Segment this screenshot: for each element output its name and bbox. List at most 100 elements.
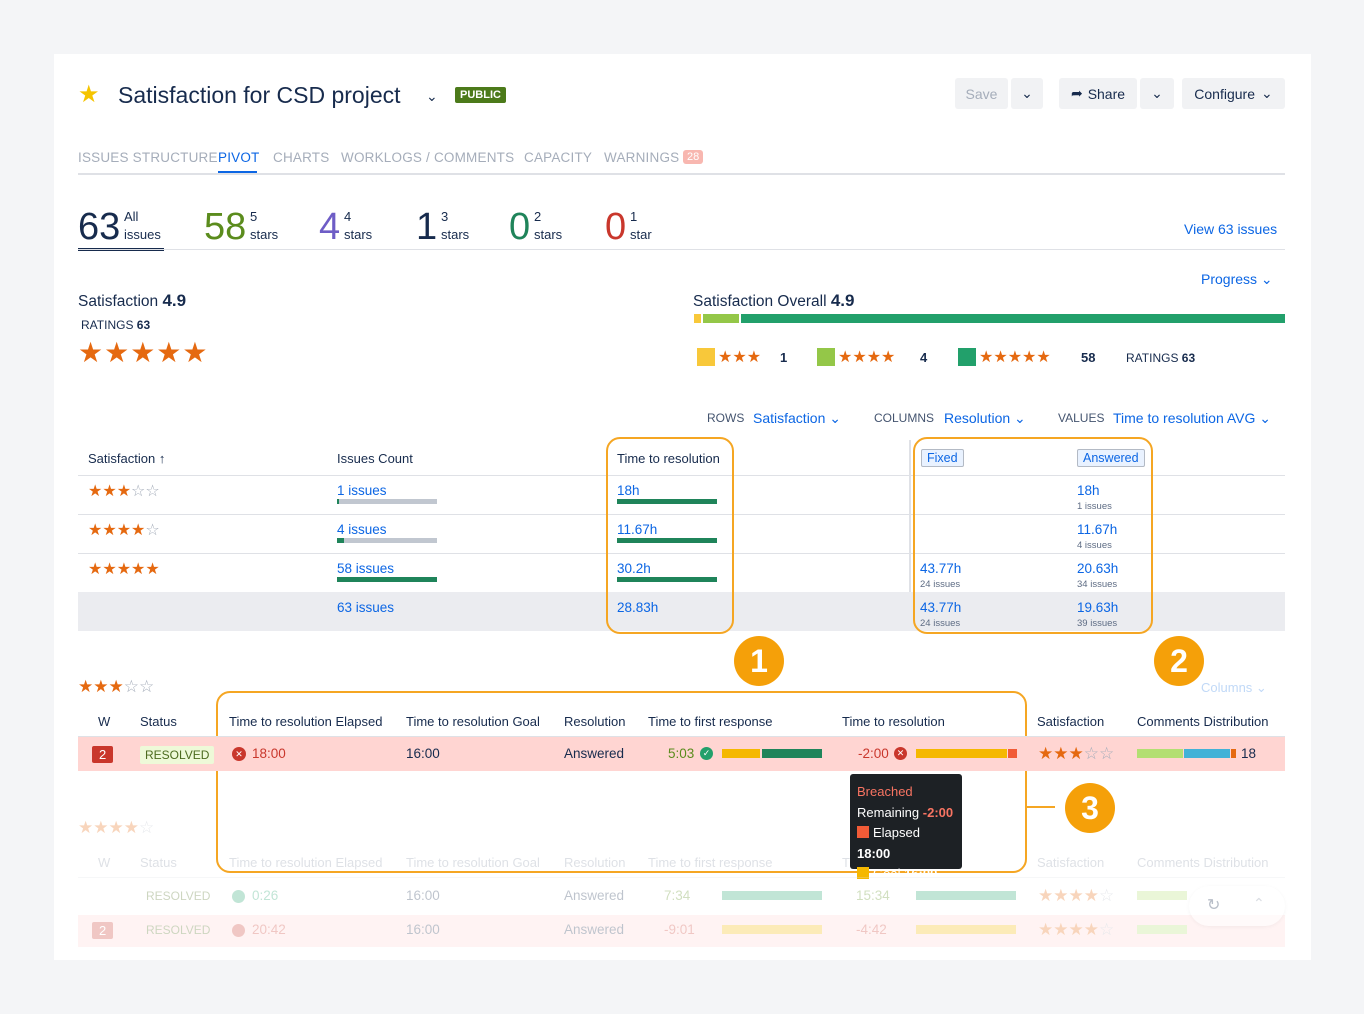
satisfaction-label: Satisfaction 4.9 bbox=[78, 291, 187, 310]
count-bar-fill bbox=[337, 538, 344, 543]
detail-header-cell[interactable]: Time to resolution bbox=[842, 714, 945, 729]
faded-first-bar bbox=[722, 925, 822, 934]
faded-stars: ★★★★☆ bbox=[1038, 886, 1115, 905]
sort-arrow-up-icon: ↑ bbox=[158, 451, 166, 466]
ttr-bar-overrun[interactable] bbox=[1008, 749, 1017, 758]
tab-charts[interactable]: CHARTS bbox=[273, 150, 329, 165]
faded-ttr-bar bbox=[916, 925, 1016, 934]
values-dropdown[interactable]: Time to resolution AVG ⌄ bbox=[1113, 410, 1271, 427]
pivot-header-count: Issues Count bbox=[337, 451, 413, 466]
row-satisfaction-stars: ★★★☆☆ bbox=[1038, 744, 1115, 763]
progress-dropdown[interactable]: Progress ⌄ bbox=[1201, 271, 1273, 288]
ratings-label: RATINGS 63 bbox=[81, 318, 151, 332]
stat-label-line2: issues bbox=[124, 227, 161, 242]
stat-number[interactable]: 4 bbox=[319, 208, 340, 246]
tab-issues-structure[interactable]: ISSUES STRUCTURE bbox=[78, 150, 218, 165]
group-4-stars: ★★★★☆ bbox=[78, 818, 155, 837]
legend-3-stars-swatch bbox=[697, 348, 715, 366]
scroll-up-icon[interactable]: ⌃ bbox=[1253, 895, 1265, 912]
empty-stars: ☆ bbox=[145, 522, 160, 539]
detail-header-cell[interactable]: Resolution bbox=[564, 714, 625, 729]
stat-number[interactable]: 1 bbox=[416, 208, 437, 246]
chevron-down-icon: ⌄ bbox=[1260, 85, 1273, 101]
callout-badge-1: 1 bbox=[734, 636, 784, 686]
stat-number[interactable]: 63 bbox=[78, 208, 120, 246]
page-title: Satisfaction for CSD project bbox=[118, 82, 401, 108]
chevron-down-icon: ⌄ bbox=[1021, 85, 1033, 101]
faded-ttr-bar bbox=[916, 891, 1016, 900]
tooltip-title: Breached bbox=[857, 784, 913, 799]
stat-number[interactable]: 58 bbox=[204, 208, 246, 246]
row-stars: ★★★☆☆ bbox=[88, 483, 160, 500]
count-bar-track bbox=[337, 499, 437, 504]
share-icon: ➦ bbox=[1070, 85, 1083, 101]
first-response-bar-goal bbox=[722, 749, 760, 758]
ttr-bar-goal[interactable] bbox=[916, 749, 1007, 758]
detail-header-cell[interactable]: Status bbox=[140, 714, 177, 729]
detail-header-cell[interactable]: Comments Distribution bbox=[1137, 714, 1269, 729]
row-count-link[interactable]: 1 issues bbox=[337, 483, 387, 498]
tab-capacity[interactable]: CAPACITY bbox=[524, 150, 592, 165]
stat-number[interactable]: 0 bbox=[605, 208, 626, 246]
overall-ratings: RATINGS 63 bbox=[1126, 351, 1196, 365]
legend-5-stars: ★★★★★ bbox=[979, 349, 1051, 366]
columns-button[interactable]: Columns ⌄ bbox=[1201, 680, 1267, 696]
legend-4-stars-count: 4 bbox=[920, 350, 928, 365]
tab-pivot[interactable]: PIVOT bbox=[218, 150, 260, 165]
row-count-link[interactable]: 4 issues bbox=[337, 522, 387, 537]
callout-box-2 bbox=[913, 437, 1153, 634]
ttr-value: -2:00 bbox=[858, 746, 889, 761]
faded-header-cell: Time to resolution Elapsed bbox=[229, 855, 383, 870]
title-dropdown-chevron-icon[interactable]: ⌄ bbox=[426, 88, 438, 105]
stat-label-line2: stars bbox=[441, 227, 470, 242]
detail-header-cell[interactable]: W bbox=[98, 714, 110, 729]
share-dropdown-button[interactable]: ⌄ bbox=[1140, 78, 1174, 109]
total-count-link[interactable]: 63 issues bbox=[337, 600, 394, 615]
faded-status: RESOLVED bbox=[146, 923, 211, 937]
faded-stars: ★★★★☆ bbox=[1038, 920, 1115, 939]
faded-ttr: 15:34 bbox=[856, 888, 890, 903]
pivot-header-satisfaction[interactable]: Satisfaction ↑ bbox=[88, 451, 165, 466]
save-dropdown-button[interactable]: ⌄ bbox=[1011, 78, 1043, 109]
faded-elapsed: 0:26 bbox=[252, 888, 279, 903]
faded-comments-bar bbox=[1137, 925, 1187, 934]
check-icon: ✓ bbox=[700, 747, 713, 760]
tab-worklogs[interactable]: WORKLOGS / COMMENTS bbox=[341, 150, 514, 165]
columns-dropdown[interactable]: Resolution ⌄ bbox=[944, 410, 1026, 427]
faded-comments-bar bbox=[1137, 891, 1187, 900]
stat-number[interactable]: 0 bbox=[509, 208, 530, 246]
status-badge: RESOLVED bbox=[140, 746, 215, 764]
values-label: VALUES bbox=[1058, 411, 1105, 425]
satisfaction-stars: ★★★★★ bbox=[78, 337, 209, 368]
overall-bar-segment bbox=[703, 314, 741, 323]
row-count-link[interactable]: 58 issues bbox=[337, 561, 394, 576]
public-badge: PUBLIC bbox=[455, 87, 506, 103]
faded-first-bar bbox=[722, 891, 822, 900]
detail-header-cell[interactable]: Time to first response bbox=[648, 714, 773, 729]
overall-bar-segment bbox=[694, 314, 704, 323]
detail-header-cell[interactable]: Time to resolution Goal bbox=[406, 714, 540, 729]
faded-first: 7:34 bbox=[664, 888, 691, 903]
rows-dropdown[interactable]: Satisfaction ⌄ bbox=[753, 410, 841, 427]
detail-header-cell[interactable]: Time to resolution Elapsed bbox=[229, 714, 382, 729]
callout-badge-2: 2 bbox=[1154, 636, 1204, 686]
refresh-icon[interactable]: ↻ bbox=[1207, 895, 1220, 915]
tabs-divider bbox=[78, 173, 1285, 175]
overall-bar-segment bbox=[740, 314, 1285, 323]
save-button[interactable]: Save bbox=[955, 78, 1008, 109]
faded-resolution: Answered bbox=[564, 922, 625, 937]
stat-label-line1: 3 bbox=[441, 209, 449, 224]
comments-count: 18 bbox=[1241, 746, 1257, 761]
goal-value: 16:00 bbox=[406, 746, 440, 761]
share-button[interactable]: ➦ Share bbox=[1059, 78, 1137, 109]
tab-warnings[interactable]: WARNINGS bbox=[604, 150, 679, 165]
legend-4-stars-swatch bbox=[817, 348, 835, 366]
configure-button[interactable]: Configure ⌄ bbox=[1182, 78, 1285, 109]
w-count-badge: 2 bbox=[92, 746, 114, 763]
stat-label-line2: stars bbox=[534, 227, 563, 242]
favorite-star-icon[interactable]: ★ bbox=[78, 80, 100, 109]
ttr-breached-icon: ✕ bbox=[894, 747, 907, 760]
detail-header-cell[interactable]: Satisfaction bbox=[1037, 714, 1104, 729]
row-stars: ★★★★☆ bbox=[88, 522, 160, 539]
view-issues-link[interactable]: View 63 issues bbox=[1184, 221, 1277, 237]
